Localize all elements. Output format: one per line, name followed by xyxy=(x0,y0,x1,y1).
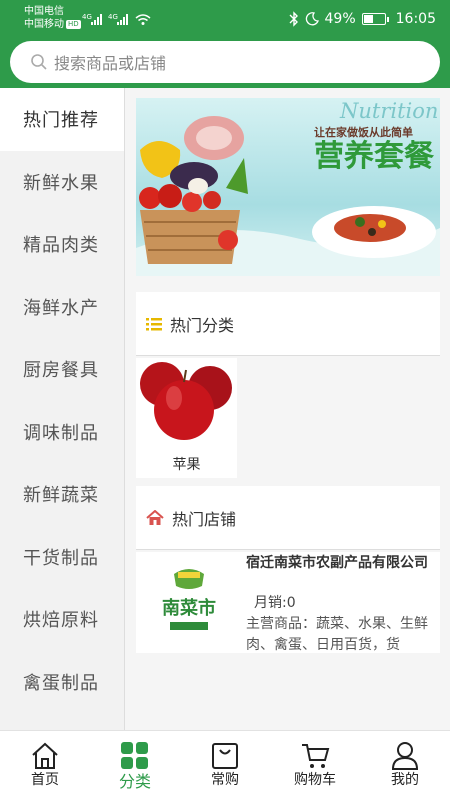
battery-fill xyxy=(363,15,373,23)
category-item[interactable]: 新鲜蔬菜 xyxy=(0,463,124,526)
search-icon xyxy=(31,54,47,70)
cart-icon xyxy=(302,744,330,768)
category-content: Nutrition 让在家做饭从此简单 营养套餐 热门分类 苹果 热门店铺 南菜… xyxy=(126,88,450,730)
signal-icons: 4G 4G xyxy=(82,13,151,25)
status-bar: 中国电信 中国移动 HD 4G 4G 49% 16:05 xyxy=(0,0,450,38)
nav-profile[interactable]: 我的 xyxy=(360,731,450,800)
signal-2-label: 4G xyxy=(108,13,118,21)
store-logo: 南菜市 xyxy=(144,562,234,644)
category-item[interactable]: 新鲜水果 xyxy=(0,151,124,214)
store-sales: 月销:0 xyxy=(254,595,296,611)
hot-categories-title: 热门分类 xyxy=(170,315,235,335)
bluetooth-icon xyxy=(289,11,298,27)
nav-home-label: 首页 xyxy=(31,772,59,788)
home-icon xyxy=(32,742,58,769)
store-card[interactable]: 南菜市 宿迁南菜市农副产品有限公司 月销:0 主营商品：蔬菜、水果、生鲜肉、禽蛋… xyxy=(136,552,440,653)
hd-badge: HD xyxy=(66,20,81,29)
banner-slogan: 让在家做饭从此简单 xyxy=(314,125,413,139)
status-right: 49% 16:05 xyxy=(289,9,436,29)
category-item[interactable]: 干货制品 xyxy=(0,526,124,589)
category-item[interactable]: 禽蛋制品 xyxy=(0,651,124,714)
promo-banner[interactable]: Nutrition 让在家做饭从此简单 营养套餐 xyxy=(136,98,440,276)
search-bar[interactable]: 搜索商品或店铺 xyxy=(10,41,440,83)
user-icon xyxy=(391,742,419,770)
nav-category-label: 分类 xyxy=(118,772,151,791)
signal-1-label: 4G xyxy=(82,13,92,21)
store-description: 主营商品：蔬菜、水果、生鲜肉、禽蛋、日用百货，货 xyxy=(246,616,428,653)
nav-category[interactable]: 分类 xyxy=(90,731,180,800)
nav-profile-label: 我的 xyxy=(391,772,419,788)
hot-stores-title: 热门店铺 xyxy=(172,509,237,529)
banner-headline: 营养套餐 xyxy=(314,139,435,174)
clock: 16:05 xyxy=(395,11,436,27)
hot-category-name: 苹果 xyxy=(172,457,201,473)
nav-frequent[interactable]: 常购 xyxy=(180,731,270,800)
carrier-info: 中国电信 中国移动 HD xyxy=(24,5,81,31)
carrier-2: 中国移动 xyxy=(24,19,64,30)
bottom-nav: 首页 分类 常购 购物车 我的 xyxy=(0,730,450,800)
moon-icon xyxy=(305,12,319,26)
banner-word: Nutrition xyxy=(339,99,438,123)
category-item[interactable]: 精品肉类 xyxy=(0,213,124,276)
category-item[interactable]: 厨房餐具 xyxy=(0,338,124,401)
store-logo-text: 南菜市 xyxy=(162,597,216,619)
category-icon xyxy=(121,742,148,769)
list-icon xyxy=(146,317,162,330)
bag-icon xyxy=(212,743,238,769)
nav-cart[interactable]: 购物车 xyxy=(270,731,360,800)
battery-icon xyxy=(361,13,389,25)
nav-frequent-label: 常购 xyxy=(211,772,239,788)
category-sidebar: 热门推荐 新鲜水果 精品肉类 海鲜水产 厨房餐具 调味制品 新鲜蔬菜 干货制品 烘焙原料 禽蛋制品 xyxy=(0,88,125,730)
category-item[interactable]: 海鲜水产 xyxy=(0,276,124,339)
hot-stores-header: 热门店铺 xyxy=(136,486,440,550)
category-item[interactable]: 烘焙原料 xyxy=(0,588,124,651)
search-header: 搜索商品或店铺 xyxy=(0,38,450,88)
category-item[interactable]: 调味制品 xyxy=(0,401,124,464)
battery-text: 49% xyxy=(324,11,356,27)
home-icon xyxy=(146,509,164,525)
apple-image xyxy=(136,358,237,450)
category-item[interactable]: 热门推荐 xyxy=(0,88,124,151)
nav-home[interactable]: 首页 xyxy=(0,731,90,800)
nav-cart-label: 购物车 xyxy=(294,772,336,788)
hot-category-card[interactable]: 苹果 xyxy=(136,358,237,478)
search-placeholder[interactable]: 搜索商品或店铺 xyxy=(54,50,166,74)
carrier-1: 中国电信 xyxy=(24,6,64,17)
hot-categories-header: 热门分类 xyxy=(136,292,440,356)
store-name[interactable]: 宿迁南菜市农副产品有限公司 xyxy=(246,554,436,572)
